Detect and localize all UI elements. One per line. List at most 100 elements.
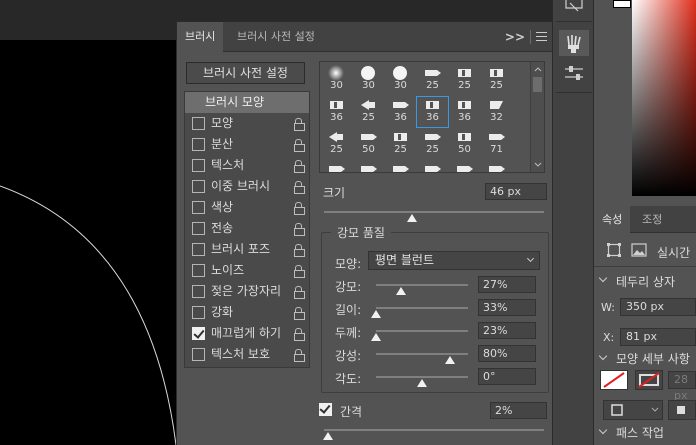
bristle-param-slider-thumb[interactable] (371, 333, 381, 341)
brush-tip-flat[interactable]: 25 (385, 129, 416, 159)
bristle-param-slider-track[interactable] (376, 284, 468, 286)
lock-icon[interactable] (294, 160, 305, 173)
x-input[interactable]: 81 px (620, 328, 696, 346)
option-label[interactable]: 매끄럽게 하기 (211, 323, 281, 344)
background-color-swatch[interactable] (613, 0, 631, 8)
bristle-param-input[interactable]: 0° (478, 368, 536, 385)
brush-option-row[interactable]: 모양 (185, 113, 309, 134)
option-label[interactable]: 모양 (211, 113, 233, 134)
stroke-align-select[interactable] (603, 400, 663, 420)
no-fill-swatch-icon[interactable] (600, 370, 628, 390)
brush-tip-pencil[interactable] (321, 161, 352, 172)
option-checkbox[interactable] (192, 348, 205, 361)
brush-tip-pencil[interactable]: 36 (385, 97, 416, 127)
tab-adjustments[interactable]: 조정 (634, 206, 670, 233)
tab-brush[interactable]: 브러시 (177, 22, 224, 52)
option-label[interactable]: 텍스처 보호 (211, 344, 270, 365)
path-operations-section[interactable]: 패스 작업 (616, 424, 664, 441)
spacing-slider-thumb[interactable] (323, 432, 334, 440)
tab-overflow-button[interactable]: >> (505, 22, 525, 52)
option-checkbox[interactable] (192, 180, 205, 193)
option-label[interactable]: 텍스처 (211, 155, 244, 176)
brush-option-row[interactable]: 색상 (185, 197, 309, 218)
option-checkbox[interactable] (192, 222, 205, 235)
bristle-param-slider-track[interactable] (376, 307, 468, 309)
image-icon[interactable] (631, 243, 647, 257)
size-input[interactable]: 46 px (485, 183, 547, 200)
brush-option-row[interactable]: 텍스처 보호 (185, 344, 309, 365)
spacing-slider-track[interactable] (324, 429, 544, 431)
brush-tip-pencil[interactable] (353, 161, 384, 172)
option-label[interactable]: 이중 브러시 (211, 176, 270, 197)
option-checkbox[interactable] (192, 159, 205, 172)
brush-tip-flat[interactable]: 36 (321, 97, 352, 127)
lock-icon[interactable] (294, 139, 305, 152)
brush-tip-pencil[interactable] (449, 161, 480, 172)
adjustments-sliders-icon[interactable] (561, 62, 587, 84)
brush-option-row[interactable]: 브러시 포즈 (185, 239, 309, 260)
brush-option-row[interactable]: 이중 브러시 (185, 176, 309, 197)
option-checkbox[interactable] (192, 117, 205, 130)
option-checkbox[interactable] (192, 306, 205, 319)
stroke-caps-select[interactable] (668, 400, 696, 420)
brush-grid-scrollbar[interactable] (530, 62, 544, 172)
brush-tip-hard-round[interactable]: 30 (385, 65, 416, 95)
brush-tip-flat[interactable]: 25 (449, 65, 480, 95)
lock-icon[interactable] (294, 244, 305, 257)
option-label[interactable]: 강화 (211, 302, 233, 323)
brush-tip-pencil[interactable] (417, 161, 448, 172)
brush-option-row[interactable]: 매끄럽게 하기 (185, 323, 309, 344)
option-checkbox[interactable] (192, 138, 205, 151)
option-label[interactable]: 노이즈 (211, 260, 244, 281)
bristle-param-slider-thumb[interactable] (417, 379, 427, 387)
brush-panel-icon[interactable] (559, 30, 589, 56)
brush-tip-pencil[interactable] (481, 161, 512, 172)
bristle-shape-select[interactable]: 평면 블런트 (368, 251, 540, 270)
brush-option-row[interactable]: 텍스처 (185, 155, 309, 176)
brush-tip-hard-round[interactable]: 30 (353, 65, 384, 95)
option-checkbox[interactable] (192, 243, 205, 256)
bounding-box-section[interactable]: 테두리 상자 (616, 273, 675, 290)
bristle-param-slider-thumb[interactable] (444, 356, 455, 364)
clone-source-icon[interactable] (561, 0, 587, 14)
brush-tip-soft-round[interactable]: 30 (321, 65, 352, 95)
color-picker-field[interactable] (632, 0, 696, 196)
bristle-param-input[interactable]: 80% (478, 345, 536, 362)
tab-brush-presets[interactable]: 브러시 사전 설정 (229, 22, 323, 52)
brush-tip-flat[interactable]: 50 (449, 129, 480, 159)
lock-icon[interactable] (294, 307, 305, 320)
lock-icon[interactable] (294, 202, 305, 215)
bristle-param-slider-thumb[interactable] (395, 287, 406, 295)
option-checkbox[interactable] (192, 264, 205, 277)
bristle-param-input[interactable]: 33% (478, 299, 536, 316)
brush-tip-flat[interactable]: 36 (449, 97, 480, 127)
brush-option-row[interactable]: 분산 (185, 134, 309, 155)
size-slider-thumb[interactable] (407, 214, 417, 222)
document-canvas[interactable] (0, 40, 176, 445)
stroke-width-input[interactable]: 28 px (668, 371, 696, 402)
brush-tip-shape-header[interactable]: 브러시 모양 (185, 92, 309, 113)
tab-properties[interactable]: 속성 (594, 206, 631, 233)
bristle-param-slider-track[interactable] (376, 330, 468, 332)
brush-tip-flat[interactable]: 25 (481, 65, 512, 95)
brush-option-row[interactable]: 전송 (185, 218, 309, 239)
lock-icon[interactable] (294, 286, 305, 299)
option-label[interactable]: 전송 (211, 218, 233, 239)
option-label[interactable]: 브러시 포즈 (211, 239, 270, 260)
bristle-param-input[interactable]: 27% (478, 276, 536, 293)
bristle-param-slider-track[interactable] (376, 376, 468, 378)
option-checkbox[interactable] (192, 327, 205, 340)
live-shape-icon[interactable] (606, 242, 622, 258)
brush-tip-fan[interactable]: 25 (321, 129, 352, 159)
brush-option-row[interactable]: 젖은 가장자리 (185, 281, 309, 302)
no-stroke-swatch-icon[interactable] (635, 370, 663, 390)
bristle-param-input[interactable]: 23% (478, 322, 536, 339)
lock-icon[interactable] (294, 328, 305, 341)
brush-tip-flat[interactable]: 36 (416, 96, 449, 128)
brush-tip-pencil[interactable]: 71 (481, 129, 512, 159)
brush-tip-angled[interactable]: 32 (481, 97, 512, 127)
brush-presets-button[interactable]: 브러시 사전 설정 (186, 62, 305, 84)
option-label[interactable]: 분산 (211, 134, 233, 155)
option-label[interactable]: 색상 (211, 197, 233, 218)
brush-tip-fan[interactable]: 25 (353, 97, 384, 127)
